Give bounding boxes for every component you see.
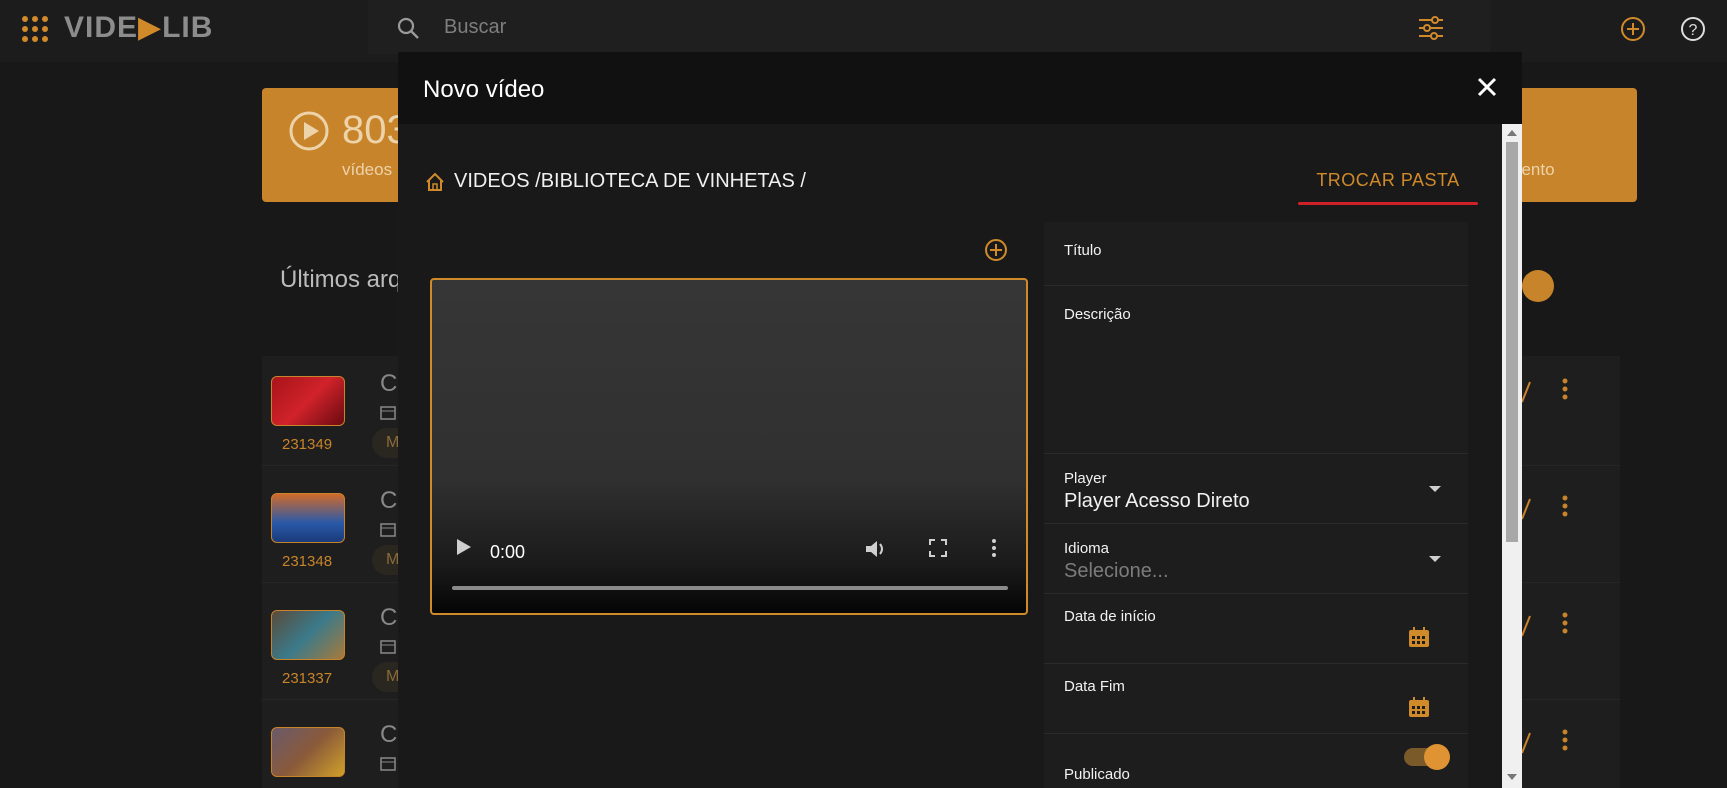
title-input[interactable]: [1064, 260, 1444, 282]
change-folder-button[interactable]: TROCAR PASTA: [1298, 162, 1478, 202]
calendar-icon: [380, 640, 396, 654]
app-logo: VIDE▶LIB: [64, 10, 213, 45]
search-icon[interactable]: [396, 16, 420, 40]
end-date-label: Data Fim: [1064, 678, 1125, 695]
end-date-field[interactable]: Data Fim: [1044, 664, 1468, 734]
player-field[interactable]: Player Player Acesso Direto: [1044, 454, 1468, 524]
description-label: Descrição: [1064, 306, 1131, 323]
title-field: Título: [1044, 222, 1468, 286]
video-id: 231348: [282, 553, 333, 570]
modal-scrollbar[interactable]: [1502, 124, 1522, 788]
video-id: 231349: [282, 436, 333, 453]
title-label: Título: [1064, 242, 1102, 259]
change-folder-underline: [1298, 202, 1478, 205]
video-title: C: [380, 487, 398, 514]
modal-title: Novo vídeo: [423, 76, 545, 103]
play-icon[interactable]: [454, 536, 474, 558]
video-thumbnail[interactable]: [271, 727, 345, 777]
search-input[interactable]: [444, 14, 1144, 40]
video-title: C: [380, 370, 398, 397]
volume-icon[interactable]: [864, 538, 888, 560]
logo-text-start: VIDE: [64, 11, 139, 44]
section-title: Últimos arq: [280, 266, 402, 293]
chevron-down-icon[interactable]: [1428, 554, 1442, 564]
description-input[interactable]: [1064, 328, 1444, 444]
player-label: Player: [1064, 470, 1107, 487]
videos-label: vídeos: [342, 160, 393, 179]
language-select[interactable]: Selecione...: [1064, 560, 1169, 583]
modal-header: Novo vídeo: [398, 52, 1522, 124]
more-options-icon[interactable]: [1562, 378, 1568, 400]
svg-text:?: ?: [1689, 22, 1698, 39]
video-title: C: [380, 721, 398, 748]
published-field: Publicado: [1044, 734, 1468, 788]
calendar-icon: [380, 757, 396, 771]
video-player[interactable]: 0:00: [430, 278, 1028, 615]
video-progress-bar[interactable]: [452, 586, 1008, 590]
list-item-actions: [1510, 356, 1620, 466]
scroll-thumb[interactable]: [1506, 142, 1518, 542]
home-icon[interactable]: [424, 171, 446, 193]
start-date-label: Data de início: [1064, 608, 1156, 625]
player-select[interactable]: Player Acesso Direto: [1064, 490, 1250, 513]
scroll-up-arrow[interactable]: [1507, 130, 1517, 136]
more-vertical-icon[interactable]: [990, 538, 998, 558]
video-thumbnail[interactable]: [271, 610, 345, 660]
more-options-icon[interactable]: [1562, 729, 1568, 751]
list-item-actions: [1510, 473, 1620, 583]
add-circle-icon[interactable]: [1620, 16, 1646, 42]
video-id: 231337: [282, 670, 333, 687]
logo-text-end: LIB: [162, 11, 214, 44]
secondary-stat-card[interactable]: nento: [1512, 88, 1637, 202]
filter-sliders-icon[interactable]: [1418, 16, 1444, 40]
list-item[interactable]: C: [262, 707, 402, 788]
apps-grid-icon[interactable]: [22, 16, 48, 42]
list-item[interactable]: 231349 C M: [262, 356, 402, 466]
fullscreen-icon[interactable]: [928, 538, 948, 558]
start-date-field[interactable]: Data de início: [1044, 594, 1468, 664]
list-item-actions: [1510, 590, 1620, 700]
help-icon[interactable]: ?: [1680, 16, 1706, 42]
modal-body: VIDEOS /BIBLIOTECA DE VINHETAS / TROCAR …: [398, 124, 1522, 788]
language-label: Idioma: [1064, 540, 1110, 557]
scroll-down-arrow[interactable]: [1507, 774, 1517, 780]
video-thumbnail[interactable]: [271, 376, 345, 426]
list-item[interactable]: 231337 C M: [262, 590, 402, 700]
more-options-icon[interactable]: [1562, 495, 1568, 517]
play-circle-icon: [289, 111, 329, 151]
language-field[interactable]: Idioma Selecione...: [1044, 524, 1468, 594]
list-item[interactable]: 231348 C M: [262, 473, 402, 583]
refresh-icon[interactable]: [1522, 270, 1554, 302]
new-video-modal: Novo vídeo VIDEOS /BIBLIOTECA DE VINHETA…: [398, 52, 1522, 788]
calendar-icon[interactable]: [1408, 626, 1430, 648]
breadcrumb-path[interactable]: VIDEOS /BIBLIOTECA DE VINHETAS /: [454, 170, 806, 193]
description-field: Descrição: [1044, 286, 1468, 454]
video-thumbnail[interactable]: [271, 493, 345, 543]
chevron-down-icon[interactable]: [1428, 484, 1442, 494]
list-item-actions: [1510, 707, 1620, 788]
calendar-icon[interactable]: [1408, 696, 1430, 718]
breadcrumb: VIDEOS /BIBLIOTECA DE VINHETAS /: [424, 170, 806, 193]
add-circle-icon[interactable]: [984, 238, 1008, 262]
close-icon[interactable]: [1476, 76, 1498, 98]
toggle-knob: [1424, 744, 1450, 770]
published-label: Publicado: [1064, 766, 1130, 783]
calendar-icon: [380, 406, 396, 420]
published-toggle[interactable]: [1404, 744, 1450, 770]
videos-stat-card[interactable]: 803 vídeos: [262, 88, 409, 202]
calendar-icon: [380, 523, 396, 537]
video-time: 0:00: [490, 542, 526, 562]
video-title: C: [380, 604, 398, 631]
more-options-icon[interactable]: [1562, 612, 1568, 634]
logo-play-icon: ▶: [138, 11, 163, 44]
video-form: Título Descrição Player Player Acesso Di…: [1044, 222, 1468, 788]
